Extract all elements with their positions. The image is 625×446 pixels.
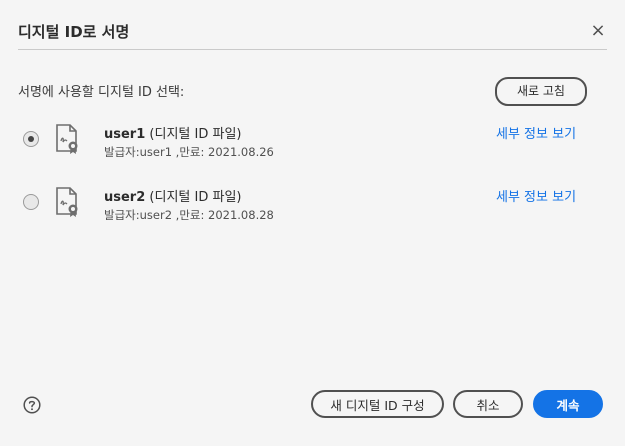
- id-username: user2: [104, 190, 146, 205]
- refresh-button[interactable]: 새로 고침: [495, 77, 587, 106]
- radio-user1[interactable]: [23, 131, 39, 147]
- digital-id-item-user1[interactable]: user1 (디지털 ID 파일) 발급자:user1 ,만료: 2021.08…: [0, 121, 625, 171]
- id-type: (디지털 ID 파일): [149, 190, 242, 205]
- select-id-prompt: 서명에 사용할 디지털 ID 선택:: [18, 85, 185, 100]
- id-name-user1: user1 (디지털 ID 파일): [104, 123, 241, 142]
- close-icon[interactable]: ×: [588, 21, 608, 41]
- id-issuer-info: 발급자:user2 ,만료: 2021.08.28: [104, 208, 274, 222]
- id-name-user2: user2 (디지털 ID 파일): [104, 186, 241, 205]
- dialog-title: 디지털 ID로 서명: [18, 23, 130, 41]
- configure-new-digital-id-button[interactable]: 새 디지털 ID 구성: [311, 390, 444, 418]
- id-username: user1: [104, 127, 146, 142]
- certificate-icon: [56, 187, 78, 217]
- radio-user2[interactable]: [23, 194, 39, 210]
- continue-button[interactable]: 계속: [533, 390, 603, 418]
- view-details-link-user2[interactable]: 세부 정보 보기: [496, 186, 576, 205]
- title-divider: [18, 49, 607, 50]
- id-issuer-info: 발급자:user1 ,만료: 2021.08.26: [104, 145, 274, 159]
- view-details-link-user1[interactable]: 세부 정보 보기: [496, 123, 576, 142]
- id-type: (디지털 ID 파일): [149, 127, 242, 142]
- sign-with-digital-id-dialog: 디지털 ID로 서명 × 서명에 사용할 디지털 ID 선택: 새로 고침 us…: [0, 0, 625, 446]
- help-circle-icon[interactable]: [23, 396, 41, 414]
- cancel-button[interactable]: 취소: [453, 390, 523, 418]
- digital-id-item-user2[interactable]: user2 (디지털 ID 파일) 발급자:user2 ,만료: 2021.08…: [0, 186, 625, 236]
- certificate-icon: [56, 124, 78, 154]
